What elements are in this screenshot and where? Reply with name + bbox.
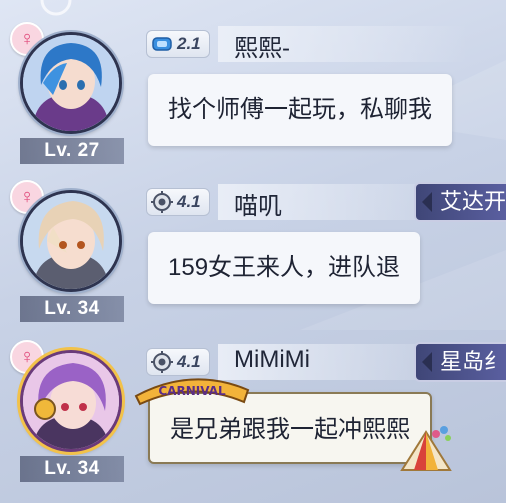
message-bubble[interactable]: 是兄弟跟我一起冲熙熙 [148,392,432,464]
vip-badge: 2.1 [146,30,210,58]
avatar-area[interactable]: ♀ Lv. 34 [8,318,128,482]
avatar[interactable] [20,350,122,452]
avatar-area[interactable]: ♀ Lv. 27 [8,0,128,164]
vip-badge-icon [152,37,172,51]
message-bubble[interactable]: 159女王来人，进队退 [148,232,421,304]
message-bubble[interactable]: 找个师傅一起玩，私聊我 [148,74,452,146]
player-name[interactable]: 喵叽 [234,186,282,221]
avatar[interactable] [20,32,122,134]
vip-level: 2.1 [177,34,201,53]
guild-tag[interactable]: 星岛纟 [414,342,506,382]
guild-tag[interactable]: 艾达开 [414,182,506,222]
level-label: Lv. 34 [20,456,124,482]
vip-badge-icon [151,351,173,373]
chat-message: ♀ Lv. 34 4.1 喵叽 艾达开 159女王来人，进队退 [0,158,506,322]
player-name[interactable]: 熙熙- [234,28,290,63]
chat-message: ♀ Lv. 27 2.1 熙熙- 找个师傅一起玩，私聊我 [0,0,506,164]
vip-badge-icon [151,191,173,213]
avatar[interactable] [20,190,122,292]
vip-badge: 4.1 [146,188,210,216]
chat-message: ♀ Lv. 34 4.1 MiMiMi 星岛纟 是兄弟跟我一起冲熙熙 CARNI… [0,318,506,482]
avatar-area[interactable]: ♀ Lv. 34 [8,158,128,322]
vip-level: 4.1 [177,352,201,371]
player-name[interactable]: MiMiMi [234,346,310,374]
vip-level: 4.1 [177,192,201,211]
vip-badge: 4.1 [146,348,210,376]
